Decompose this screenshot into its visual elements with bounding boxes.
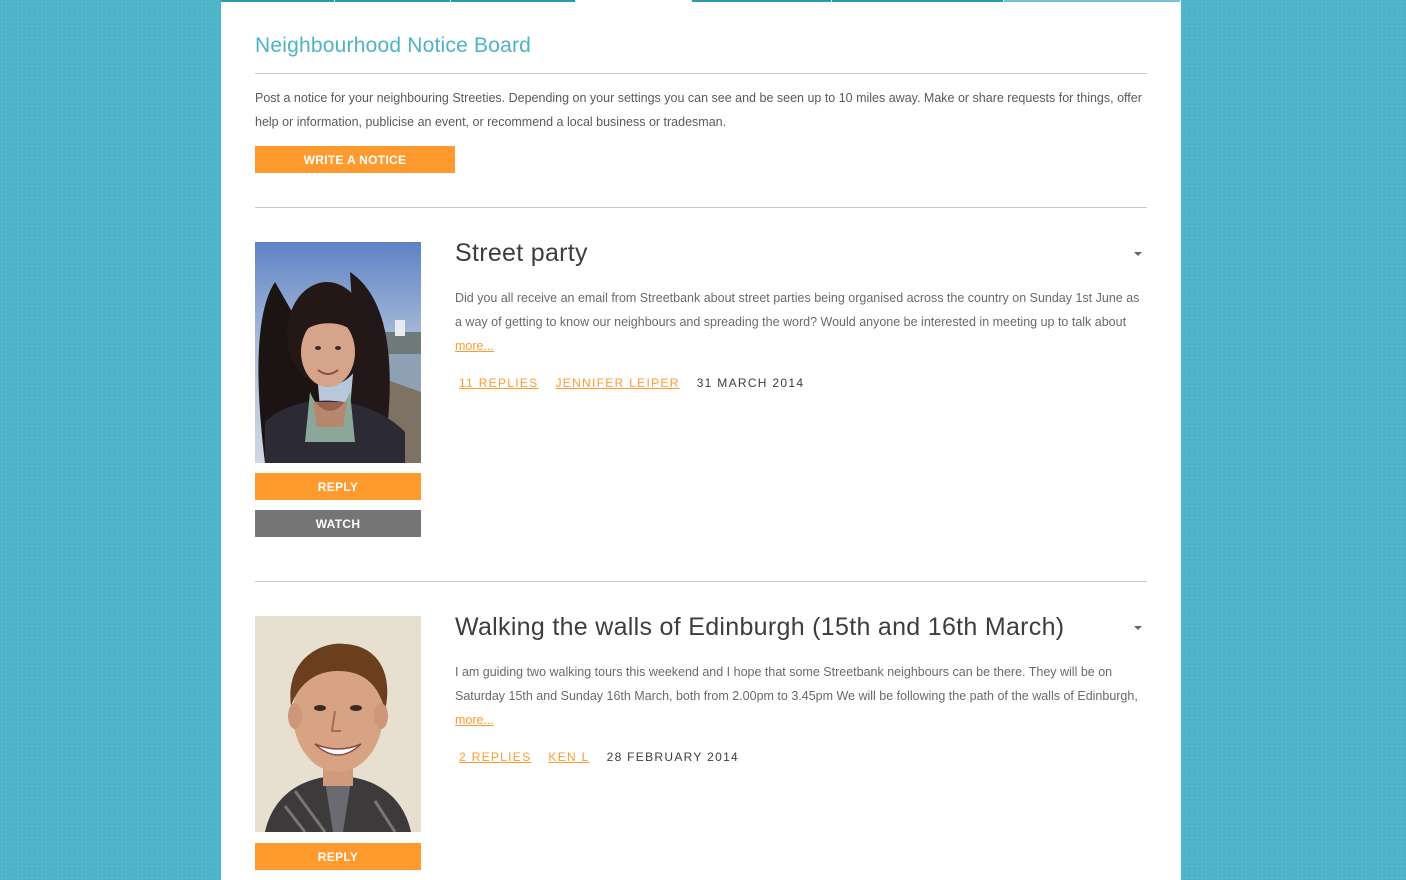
notice-meta: 2 REPLIES KEN L 28 FEBRUARY 2014 [459,750,739,764]
chevron-down-icon[interactable] [1134,252,1142,256]
notice-board-panel: Neighbourhood Notice Board Post a notice… [221,2,1181,880]
author-link[interactable]: KEN L [548,750,589,764]
notice-body-text: Did you all receive an email from Street… [455,291,1140,329]
notice-body-text: I am guiding two walking tours this week… [455,665,1138,703]
replies-link[interactable]: 11 REPLIES [459,376,538,390]
notice-title[interactable]: Walking the walls of Edinburgh (15th and… [455,613,1064,642]
page-title: Neighbourhood Notice Board [255,34,532,57]
title-divider [255,73,1147,74]
reply-button[interactable]: REPLY [255,843,421,870]
replies-link[interactable]: 2 REPLIES [459,750,531,764]
notice-date: 28 FEBRUARY 2014 [606,750,740,764]
notice-body: I am guiding two walking tours this week… [455,660,1147,732]
user-photo-icon[interactable] [255,242,421,463]
more-link[interactable]: more... [455,713,494,727]
notice-body: Did you all receive an email from Street… [455,286,1147,358]
user-photo-icon[interactable] [255,616,421,832]
notice-divider [255,581,1147,582]
notice-date: 31 MARCH 2014 [696,376,805,390]
avatar-ken [255,616,421,832]
intro-text: Post a notice for your neighbouring Stre… [255,91,1142,129]
author-link[interactable]: JENNIFER LEIPER [555,376,679,390]
avatar-jennifer [255,242,421,463]
more-link[interactable]: more... [455,339,494,353]
write-notice-button[interactable]: WRITE A NOTICE [255,146,455,173]
watch-button[interactable]: WATCH [255,510,421,537]
chevron-down-icon[interactable] [1134,626,1142,630]
notice-meta: 11 REPLIES JENNIFER LEIPER 31 MARCH 2014 [459,376,804,390]
section-divider [255,207,1147,208]
reply-button[interactable]: REPLY [255,473,421,500]
notice-title[interactable]: Street party [455,239,588,268]
